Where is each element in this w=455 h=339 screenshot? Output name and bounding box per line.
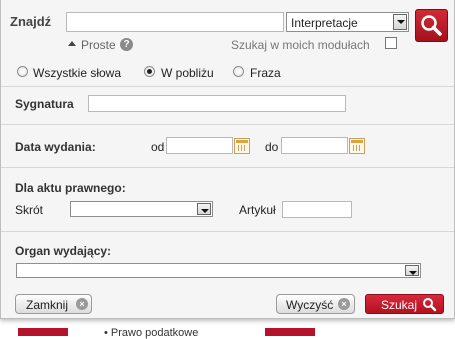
search-icon (423, 298, 437, 312)
my-modules-checkbox[interactable] (385, 37, 397, 49)
category-select-value: Interpretacje (291, 16, 358, 30)
date-to-label: do (265, 140, 279, 154)
legal-act-label: Dla aktu prawnego: (15, 181, 126, 195)
divider (1, 124, 454, 125)
search-input[interactable] (66, 12, 284, 32)
chevron-down-icon (405, 265, 419, 276)
radio-nearby[interactable] (144, 66, 155, 77)
clear-button[interactable]: Wyczyść × (276, 294, 355, 314)
date-to-input[interactable] (281, 137, 348, 154)
help-icon[interactable]: ? (120, 38, 133, 51)
search-submit-icon-button[interactable] (415, 9, 448, 42)
abbrev-label: Skrót (15, 203, 44, 217)
radio-all-words[interactable] (17, 66, 28, 77)
calendar-icon[interactable] (349, 138, 365, 154)
background-badge (265, 328, 315, 336)
divider (1, 167, 454, 168)
article-input[interactable] (282, 201, 352, 218)
close-button-label: Zamknij (26, 298, 69, 312)
chevron-down-icon (393, 14, 407, 30)
my-modules-label: Szukaj w moich modułach (231, 38, 370, 52)
radio-phrase[interactable] (233, 66, 244, 77)
signature-input[interactable] (88, 95, 346, 112)
close-button[interactable]: Zamknij × (15, 294, 92, 314)
chevron-down-icon (197, 203, 211, 215)
simple-search-link[interactable]: Proste (81, 38, 116, 52)
issuer-select[interactable] (16, 263, 421, 278)
divider (1, 86, 454, 87)
radio-nearby-label: W pobliżu (161, 66, 214, 80)
radio-all-words-label: Wszystkie słowa (33, 66, 122, 80)
search-button[interactable]: Szukaj (365, 294, 444, 314)
article-label: Artykuł (239, 203, 276, 217)
category-select[interactable]: Interpretacje (286, 12, 409, 32)
abbrev-select[interactable] (70, 201, 213, 217)
background-link[interactable]: • Prawo podatkowe (104, 327, 198, 339)
search-icon (421, 15, 442, 36)
background-badge (18, 328, 68, 336)
date-from-label: od (151, 140, 165, 154)
clear-icon: × (338, 298, 350, 310)
clear-button-label: Wyczyść (286, 298, 334, 312)
date-from-input[interactable] (166, 137, 233, 154)
search-button-label: Szukaj (381, 298, 418, 312)
advanced-search-panel: Znajdź Interpretacje Proste ? Szukaj w m… (0, 0, 455, 319)
background-page (0, 318, 455, 336)
radio-phrase-label: Fraza (250, 66, 281, 80)
close-icon: × (76, 298, 88, 310)
find-label: Znajdź (10, 14, 52, 29)
calendar-icon[interactable] (234, 138, 250, 154)
signature-label: Sygnatura (15, 97, 74, 111)
divider (1, 231, 454, 232)
issuer-label: Organ wydający: (15, 244, 112, 258)
caret-up-icon (68, 41, 76, 46)
issue-date-label: Data wydania: (15, 140, 96, 154)
